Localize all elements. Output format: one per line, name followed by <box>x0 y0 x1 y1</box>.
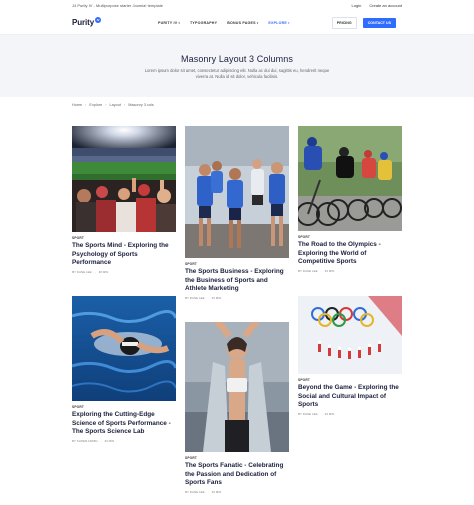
chevron-down-icon: ▾ <box>178 21 181 25</box>
article-card[interactable]: SPORT The Sports Mind - Exploring the Ps… <box>72 126 176 274</box>
article-meta: BY DANE LEE · 33 MIN <box>185 296 289 300</box>
article-read-time: 33 MIN <box>211 295 222 300</box>
site-header: Purity IV PURITY IV▾ TYPOGRAPHY BONUS PA… <box>0 11 474 35</box>
meta-separator: · <box>94 269 96 274</box>
article-category[interactable]: SPORT <box>72 405 176 409</box>
article-read-time: 33 MIN <box>324 268 335 273</box>
article-category[interactable]: SPORT <box>72 236 176 240</box>
article-image-olympic-rings[interactable] <box>298 296 402 374</box>
article-title[interactable]: The Sports Fanatic - Celebrating the Pas… <box>185 462 289 488</box>
article-title[interactable]: The Road to the Olympics - Exploring the… <box>298 241 402 267</box>
meta-separator: · <box>207 295 209 300</box>
chevron-down-icon: ▾ <box>256 21 259 25</box>
site-logo[interactable]: Purity IV <box>72 17 102 27</box>
article-image-runners[interactable] <box>185 126 289 258</box>
meta-separator: · <box>320 411 322 416</box>
article-title[interactable]: Exploring the Cutting-Edge Science of Sp… <box>72 411 176 437</box>
site-tagline: J4 Purity IV - Multipurpose starter Joom… <box>72 3 163 8</box>
article-meta: BY DANE LEE · 33 MIN <box>185 490 289 494</box>
article-title[interactable]: The Sports Business - Exploring the Busi… <box>185 268 289 294</box>
contact-us-button[interactable]: CONTACT US <box>362 18 396 28</box>
page-hero: Masonry Layout 3 Columns Lorem ipsum dol… <box>0 35 474 97</box>
breadcrumb: Home › Explore › Layout › Masonry 3 cols <box>72 103 154 107</box>
nav-item-explore[interactable]: EXPLORE▾ <box>268 21 289 25</box>
breadcrumb-separator: › <box>85 103 87 107</box>
article-category[interactable]: SPORT <box>185 262 289 266</box>
meta-separator: · <box>100 438 102 443</box>
article-image-swimmer[interactable] <box>72 296 176 401</box>
breadcrumb-explore[interactable]: Explore <box>89 103 102 107</box>
article-image-fan[interactable] <box>185 322 289 452</box>
nav-label: TYPOGRAPHY <box>190 21 218 25</box>
nav-label: EXPLORE <box>268 21 287 25</box>
account-links: Login Create an account <box>352 3 402 8</box>
chevron-down-icon: ▾ <box>288 21 290 25</box>
article-card[interactable]: SPORT The Sports Fanatic - Celebrating t… <box>185 322 289 494</box>
article-title[interactable]: Beyond the Game - Exploring the Social a… <box>298 384 402 410</box>
login-link[interactable]: Login <box>352 3 362 8</box>
article-category[interactable]: SPORT <box>185 456 289 460</box>
main-nav: PURITY IV▾ TYPOGRAPHY BONUS PAGES▾ EXPLO… <box>158 11 290 35</box>
breadcrumb-separator: › <box>105 103 107 107</box>
article-category[interactable]: SPORT <box>298 235 402 239</box>
breadcrumb-home[interactable]: Home <box>72 103 82 107</box>
article-author[interactable]: BY DANE LEE <box>72 270 92 274</box>
breadcrumb-separator: › <box>123 103 126 107</box>
top-bar: J4 Purity IV - Multipurpose starter Joom… <box>0 0 474 11</box>
meta-separator: · <box>320 268 322 273</box>
article-meta: BY DANE LEE · 48 MIN <box>72 270 176 274</box>
article-meta: BY DANE LEE · 33 MIN <box>298 412 402 416</box>
nav-item-purity[interactable]: PURITY IV▾ <box>158 21 180 25</box>
article-card[interactable]: SPORT The Sports Business - Exploring th… <box>185 126 289 300</box>
article-meta: BY DANE LEE · 33 MIN <box>298 269 402 273</box>
article-read-time: 48 MIN <box>98 269 109 274</box>
pricing-button[interactable]: PRICING <box>331 17 357 29</box>
nav-item-typography[interactable]: TYPOGRAPHY <box>190 21 217 25</box>
logo-badge: IV <box>95 17 102 23</box>
article-card[interactable]: SPORT The Road to the Olympics - Explori… <box>298 126 402 273</box>
logo-text: Purity <box>72 18 95 27</box>
article-author[interactable]: BY DANE LEE <box>185 490 205 494</box>
article-author[interactable]: BY DANE LEE <box>298 269 318 273</box>
article-title[interactable]: The Sports Mind - Exploring the Psycholo… <box>72 242 176 268</box>
article-author[interactable]: BY DANE LEE <box>185 296 205 300</box>
article-card[interactable]: SPORT Beyond the Game - Exploring the So… <box>298 296 402 416</box>
article-read-time: 33 MIN <box>104 438 115 443</box>
article-read-time: 33 MIN <box>211 489 222 494</box>
article-category[interactable]: SPORT <box>298 378 402 382</box>
article-card[interactable]: SPORT Exploring the Cutting-Edge Science… <box>72 296 176 443</box>
breadcrumb-current: Masonry 3 cols <box>128 103 154 107</box>
article-author[interactable]: BY SUPER ADMIN <box>72 439 97 443</box>
article-author[interactable]: BY DANE LEE <box>298 412 318 416</box>
article-image-cyclists[interactable] <box>298 126 402 231</box>
nav-label: BONUS PAGES <box>227 21 256 25</box>
nav-label: PURITY IV <box>158 21 178 25</box>
meta-separator: · <box>207 489 209 494</box>
article-image-stadium[interactable] <box>72 126 176 232</box>
masonry-grid: SPORT The Sports Mind - Exploring the Ps… <box>72 126 402 505</box>
page-title: Masonry Layout 3 Columns <box>181 54 293 64</box>
create-account-link[interactable]: Create an account <box>369 3 402 8</box>
nav-item-bonus-pages[interactable]: BONUS PAGES▾ <box>227 21 258 25</box>
page-intro: Lorem ipsum dolor sit amet, consectetur … <box>144 68 330 79</box>
header-actions: PRICING CONTACT US <box>331 11 396 35</box>
article-read-time: 33 MIN <box>324 411 335 416</box>
article-meta: BY SUPER ADMIN · 33 MIN <box>72 439 176 443</box>
breadcrumb-layout[interactable]: Layout <box>110 103 121 107</box>
